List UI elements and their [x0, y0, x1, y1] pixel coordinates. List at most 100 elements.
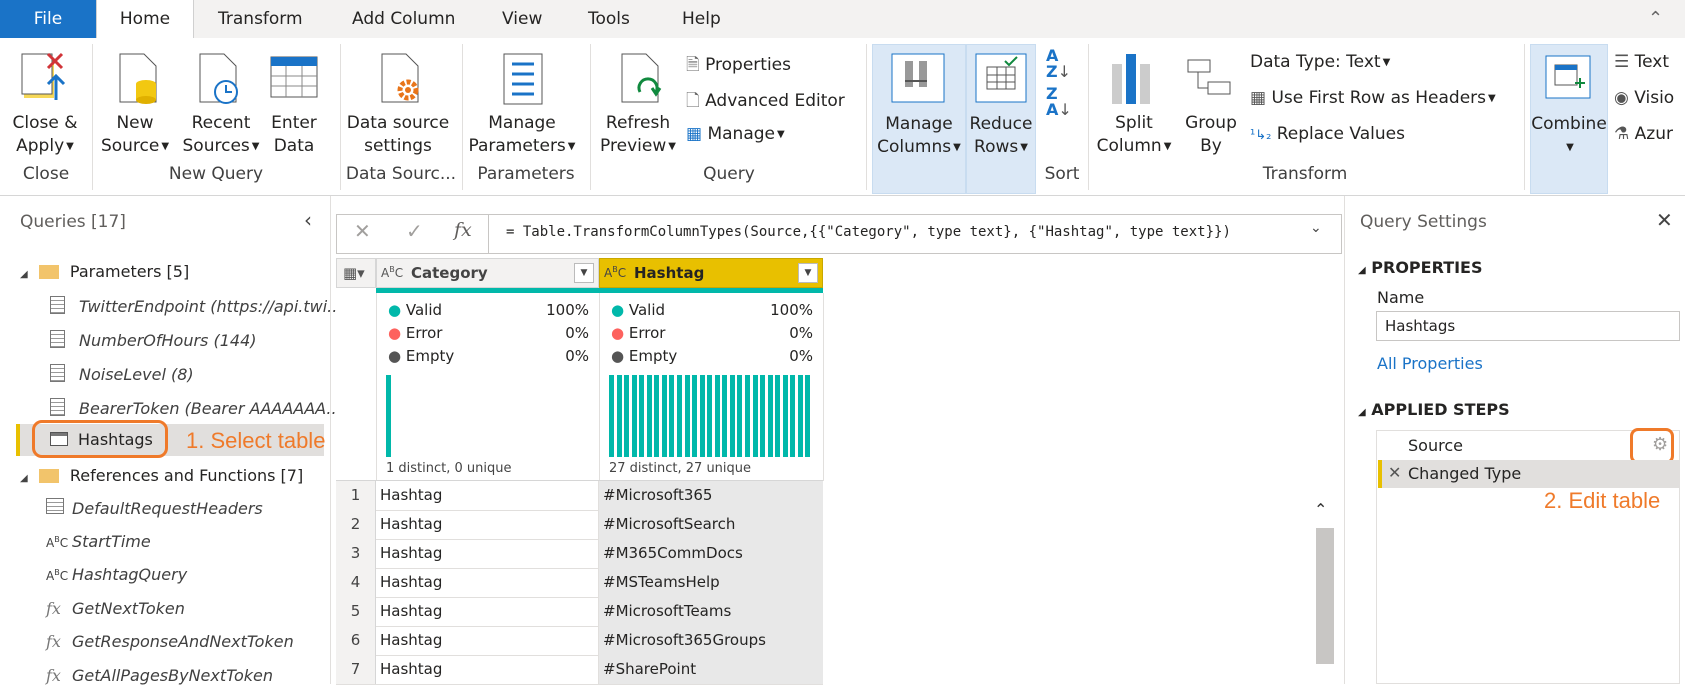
tab-file[interactable]: File [0, 0, 96, 38]
query-name-input[interactable]: Hashtags [1376, 311, 1680, 341]
step-settings-gear-icon[interactable]: ⚙ [1652, 434, 1668, 455]
filter-dropdown-icon[interactable]: ▼ [798, 263, 818, 283]
cell-hashtag[interactable]: #MSTeamsHelp [599, 568, 823, 597]
data-type-dropdown[interactable]: Data Type: Text ▼ [1250, 52, 1390, 72]
cell-hashtag[interactable]: #MicrosoftSearch [599, 510, 823, 539]
tab-tools[interactable]: Tools [588, 0, 630, 38]
cell-hashtag[interactable]: #Microsoft365Groups [599, 626, 823, 655]
new-source-button[interactable]: New Source ▼ [96, 112, 174, 158]
cancel-formula-icon[interactable]: ✕ [354, 219, 371, 243]
collapse-icon[interactable]: ◢ [1358, 265, 1366, 276]
cell-hashtag[interactable]: #MicrosoftTeams [599, 597, 823, 626]
table-row[interactable]: 3 Hashtag #M365CommDocs [336, 539, 823, 569]
query-hashtags[interactable]: Hashtags [50, 430, 153, 449]
manage-columns-button[interactable]: Manage Columns ▼ [872, 44, 966, 194]
expand-icon[interactable]: ◢ [20, 473, 28, 484]
tab-home[interactable]: Home [96, 0, 194, 39]
combine-button[interactable]: Combine ▼ [1530, 44, 1608, 194]
text-type-icon[interactable]: ABC [604, 265, 626, 280]
cell-hashtag[interactable]: #M365CommDocs [599, 539, 823, 568]
cell-category[interactable]: Hashtag [376, 539, 599, 568]
vision-button[interactable]: ◉ Visio [1614, 88, 1674, 108]
group-by-button[interactable]: Group By [1178, 112, 1244, 158]
cell-category[interactable]: Hashtag [376, 568, 599, 597]
query-parameter[interactable]: TwitterEndpoint (https://api.twi... [50, 296, 342, 316]
sort-descending-icon[interactable]: Z A↓ [1046, 86, 1072, 118]
cell-hashtag[interactable]: #Microsoft365 [599, 481, 823, 510]
histogram-bar [661, 375, 667, 457]
manage-parameters-button[interactable]: Manage Parameters ▼ [466, 112, 578, 158]
filter-dropdown-icon[interactable]: ▼ [574, 263, 594, 283]
parameter-icon [50, 296, 65, 314]
collapse-icon[interactable]: ◢ [1358, 407, 1366, 418]
fx-icon[interactable]: fx [454, 219, 472, 241]
query-reference[interactable]: fx GetAllPagesByNextToken [46, 666, 273, 685]
table-row[interactable]: 2 Hashtag #MicrosoftSearch [336, 510, 823, 540]
distribution-bar [386, 375, 391, 457]
text-analytics-button[interactable]: ☰ Text [1614, 52, 1669, 72]
query-parameter[interactable]: NumberOfHours (144) [50, 330, 256, 350]
formula-input[interactable]: = Table.TransformColumnTypes(Source,{{"C… [506, 224, 1231, 240]
query-reference[interactable]: fx GetResponseAndNextToken [46, 632, 294, 651]
table-row[interactable]: 6 Hashtag #Microsoft365Groups [336, 626, 823, 656]
text-analytics-icon: ☰ [1614, 52, 1630, 72]
row-number: 4 [336, 568, 376, 597]
split-column-button[interactable]: Split Column ▼ [1090, 112, 1178, 158]
cell-category[interactable]: Hashtag [376, 510, 599, 539]
tab-transform[interactable]: Transform [218, 0, 303, 38]
table-row[interactable]: 5 Hashtag #MicrosoftTeams [336, 597, 823, 627]
azure-ml-button[interactable]: ⚗ Azur [1614, 124, 1673, 144]
applied-steps-section[interactable]: ◢ APPLIED STEPS [1358, 400, 1510, 419]
query-reference[interactable]: ABC StartTime [46, 532, 151, 551]
collapse-ribbon-icon[interactable]: ⌃ [1648, 8, 1663, 29]
cell-category[interactable]: Hashtag [376, 481, 599, 510]
scroll-up-icon[interactable]: ⌃ [1314, 500, 1327, 519]
data-source-settings-button[interactable]: Data source settings [344, 112, 452, 158]
manage-button[interactable]: ▦ Manage ▼ [686, 124, 785, 144]
tab-help[interactable]: Help [682, 0, 721, 38]
expand-icon[interactable]: ◢ [20, 269, 28, 280]
query-settings-title: Query Settings [1360, 212, 1487, 232]
cell-category[interactable]: Hashtag [376, 626, 599, 655]
cell-category[interactable]: Hashtag [376, 597, 599, 626]
table-row[interactable]: 7 Hashtag #SharePoint [336, 655, 823, 685]
grid-scrollbar-thumb[interactable] [1316, 528, 1334, 664]
reduce-rows-button[interactable]: Reduce Rows ▼ [966, 44, 1036, 194]
table-row[interactable]: 1 Hashtag #Microsoft365 [336, 481, 823, 511]
folder-parameters[interactable]: ◢ Parameters [5] [20, 262, 189, 281]
query-reference[interactable]: ABC HashtagQuery [46, 565, 187, 584]
enter-data-button[interactable]: Enter Data [268, 112, 320, 158]
table-menu-icon[interactable]: ▦▾ [336, 258, 376, 288]
refresh-preview-button[interactable]: Refresh Preview ▼ [596, 112, 680, 158]
recent-sources-button[interactable]: Recent Sources ▼ [178, 112, 264, 158]
properties-section[interactable]: ◢ PROPERTIES [1358, 258, 1483, 277]
reduce-rows-icon [975, 53, 1027, 107]
query-parameter[interactable]: NoiseLevel (8) [50, 364, 194, 384]
table-row[interactable]: 4 Hashtag #MSTeamsHelp [336, 568, 823, 598]
query-parameter[interactable]: BearerToken (Bearer AAAAAAA... [50, 398, 342, 418]
advanced-editor-button[interactable]: 🗋 Advanced Editor [686, 88, 845, 117]
text-type-icon: ABC [46, 534, 69, 550]
query-reference[interactable]: fx GetNextToken [46, 599, 185, 618]
text-type-icon[interactable]: ABC [381, 265, 403, 280]
column-header-category[interactable]: ABC Category ▼ [376, 258, 599, 288]
sort-ascending-icon[interactable]: A Z↓ [1046, 48, 1071, 80]
all-properties-link[interactable]: All Properties [1377, 354, 1483, 373]
accept-formula-icon[interactable]: ✓ [406, 219, 423, 243]
column-header-hashtag[interactable]: ABC Hashtag ▼ [599, 258, 823, 288]
cell-hashtag[interactable]: #SharePoint [599, 655, 823, 684]
collapse-queries-icon[interactable]: ‹ [304, 208, 312, 232]
step-source[interactable]: Source [1408, 436, 1463, 455]
close-pane-icon[interactable]: ✕ [1656, 208, 1673, 232]
close-apply-button[interactable]: Close & Apply ▼ [2, 112, 88, 158]
tab-add-column[interactable]: Add Column [352, 0, 455, 38]
use-first-row-button[interactable]: ▦ Use First Row as Headers ▼ [1250, 88, 1496, 108]
cell-category[interactable]: Hashtag [376, 655, 599, 684]
delete-step-icon[interactable]: ✕ [1388, 463, 1401, 482]
expand-formula-icon[interactable]: ⌄ [1310, 220, 1322, 236]
folder-references[interactable]: ◢ References and Functions [7] [20, 466, 303, 485]
query-reference[interactable]: DefaultRequestHeaders [46, 498, 263, 518]
tab-view[interactable]: View [502, 0, 542, 38]
properties-button[interactable]: 🗎 Properties [686, 52, 791, 81]
replace-values-button[interactable]: ¹↳₂ Replace Values [1250, 124, 1405, 144]
